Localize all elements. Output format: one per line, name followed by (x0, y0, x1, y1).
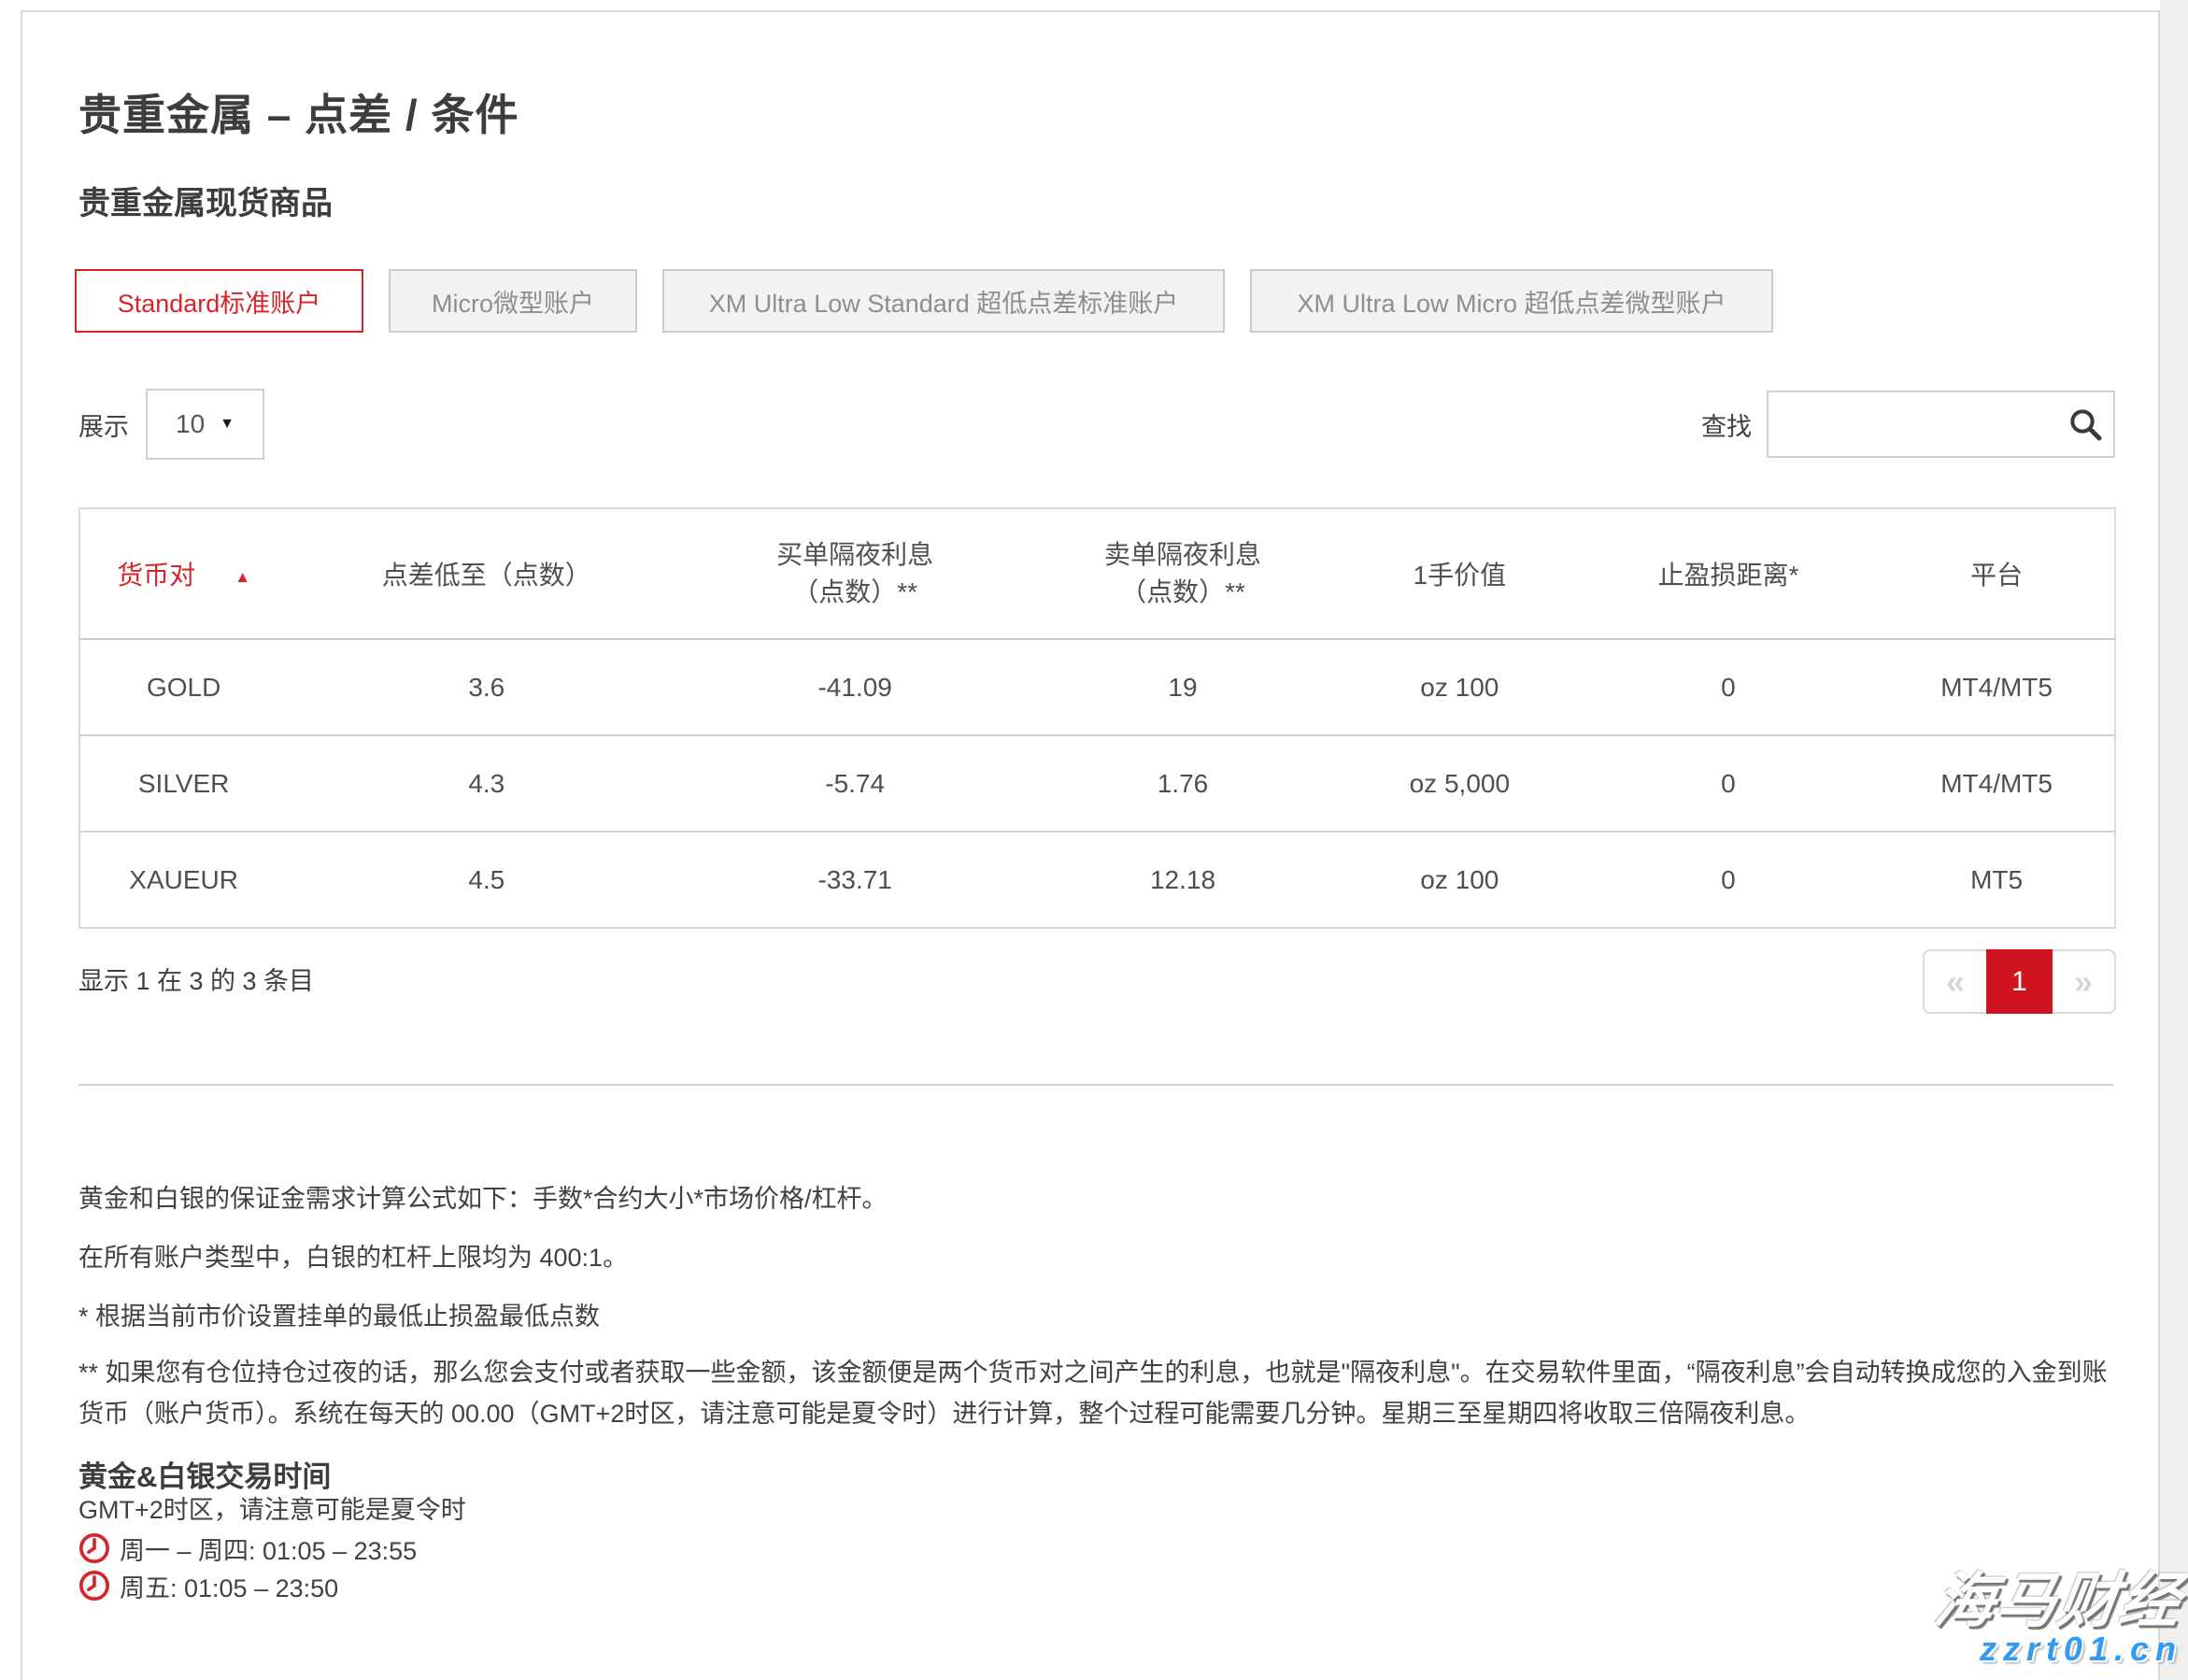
cell-lot-value: oz 100 (1342, 639, 1578, 735)
trading-hours-fri-label: 周五: 01:05 – 23:50 (120, 1568, 338, 1604)
spreads-table: 货币对 ▲ 点差低至（点数） 买单隔夜利息 （点数）** 卖单隔夜利息 （点数）*… (78, 507, 2116, 929)
page-title: 贵重金属 – 点差 / 条件 (78, 89, 519, 141)
column-header-platform[interactable]: 平台 (1879, 508, 2115, 639)
clock-icon (78, 1532, 110, 1564)
column-header-short-swap[interactable]: 卖单隔夜利息 （点数）** (1024, 508, 1342, 639)
silver-leverage-note: 在所有账户类型中，白银的杠杆上限均为 400:1。 (78, 1241, 2115, 1274)
cell-spread: 4.3 (287, 735, 686, 832)
pagination-page-1-button[interactable]: 1 (1986, 949, 2053, 1014)
cell-lot-value: oz 5,000 (1342, 735, 1578, 832)
account-type-tabs: Standard标准账户 Micro微型账户 XM Ultra Low Stan… (75, 269, 1773, 333)
cell-symbol: XAUEUR (79, 832, 287, 928)
trading-hours-fri: 周五: 01:05 – 23:50 (78, 1568, 338, 1603)
chevron-down-icon: ▼ (220, 416, 234, 433)
search-input[interactable] (1767, 391, 2115, 458)
tab-micro-account[interactable]: Micro微型账户 (389, 269, 637, 333)
table-row: SILVER 4.3 -5.74 1.76 oz 5,000 0 MT4/MT5 (79, 735, 2115, 832)
page-size-select[interactable]: 10 ▼ (146, 389, 264, 460)
cell-stop-level: 0 (1578, 735, 1879, 832)
column-header-symbol[interactable]: 货币对 ▲ (79, 508, 287, 639)
cell-symbol: GOLD (79, 639, 287, 735)
cell-platform: MT4/MT5 (1879, 639, 2115, 735)
cell-spread: 4.5 (287, 832, 686, 928)
cell-lot-value: oz 100 (1342, 832, 1578, 928)
cell-long-swap: -33.71 (686, 832, 1024, 928)
column-header-symbol-label: 货币对 (117, 561, 195, 590)
stop-level-footnote: * 根据当前市价设置挂单的最低止损盈最低点数 (78, 1300, 2115, 1333)
cell-short-swap: 1.76 (1024, 735, 1342, 832)
pagination-prev-button[interactable]: « (1923, 949, 1986, 1014)
cell-stop-level: 0 (1578, 832, 1879, 928)
cell-short-swap: 12.18 (1024, 832, 1342, 928)
column-header-spread[interactable]: 点差低至（点数） (287, 508, 686, 639)
search-icon[interactable] (2067, 406, 2104, 443)
swap-footnote: ** 如果您有仓位持仓过夜的话，那么您会支付或者获取一些金额，该金额便是两个货币… (78, 1352, 2115, 1434)
page-right-gutter (2160, 0, 2188, 1680)
table-entries-info: 显示 1 在 3 的 3 条目 (78, 949, 314, 1014)
cell-short-swap: 19 (1024, 639, 1342, 735)
trading-hours-title: 黄金&白银交易时间 (78, 1457, 331, 1498)
pagination: « 1 » (1923, 949, 2116, 1014)
page-size-value: 10 (176, 409, 205, 439)
cell-platform: MT4/MT5 (1879, 735, 2115, 832)
watermark-site-url: zzrt01.cn (1980, 1630, 2182, 1669)
cell-stop-level: 0 (1578, 639, 1879, 735)
section-divider (78, 1084, 2113, 1086)
clock-icon (78, 1570, 110, 1602)
column-header-stop-level[interactable]: 止盈损距离* (1578, 508, 1879, 639)
search-control: 查找 (1701, 389, 2115, 460)
cell-symbol: SILVER (79, 735, 287, 832)
page-subtitle: 贵重金属现货商品 (78, 183, 333, 224)
pagination-next-button[interactable]: » (2053, 949, 2116, 1014)
cell-long-swap: -5.74 (686, 735, 1024, 832)
tab-standard-account[interactable]: Standard标准账户 (75, 269, 363, 333)
column-header-lot-value[interactable]: 1手价值 (1342, 508, 1578, 639)
table-row: XAUEUR 4.5 -33.71 12.18 oz 100 0 MT5 (79, 832, 2115, 928)
column-header-long-swap[interactable]: 买单隔夜利息 （点数）** (686, 508, 1024, 639)
show-label: 展示 (78, 406, 129, 443)
cell-spread: 3.6 (287, 639, 686, 735)
watermark-site-name: 海马财经 (1930, 1553, 2188, 1639)
trading-hours-mon-thu: 周一 – 周四: 01:05 – 23:55 (78, 1531, 417, 1566)
search-label: 查找 (1701, 406, 1752, 443)
sort-ascending-icon: ▲ (234, 568, 250, 586)
page-size-control: 展示 10 ▼ (78, 389, 264, 460)
search-box (1767, 391, 2115, 458)
trading-hours-mon-thu-label: 周一 – 周四: 01:05 – 23:55 (120, 1531, 417, 1567)
margin-formula-note: 黄金和白银的保证金需求计算公式如下：手数*合约大小*市场价格/杠杆。 (78, 1182, 2115, 1216)
tab-ultra-low-standard-account[interactable]: XM Ultra Low Standard 超低点差标准账户 (662, 269, 1225, 333)
table-header-row: 货币对 ▲ 点差低至（点数） 买单隔夜利息 （点数）** 卖单隔夜利息 （点数）*… (79, 508, 2115, 639)
tab-ultra-low-micro-account[interactable]: XM Ultra Low Micro 超低点差微型账户 (1250, 269, 1773, 333)
table-row: GOLD 3.6 -41.09 19 oz 100 0 MT4/MT5 (79, 639, 2115, 735)
cell-platform: MT5 (1879, 832, 2115, 928)
cell-long-swap: -41.09 (686, 639, 1024, 735)
timezone-note: GMT+2时区，请注意可能是夏令时 (78, 1493, 466, 1527)
